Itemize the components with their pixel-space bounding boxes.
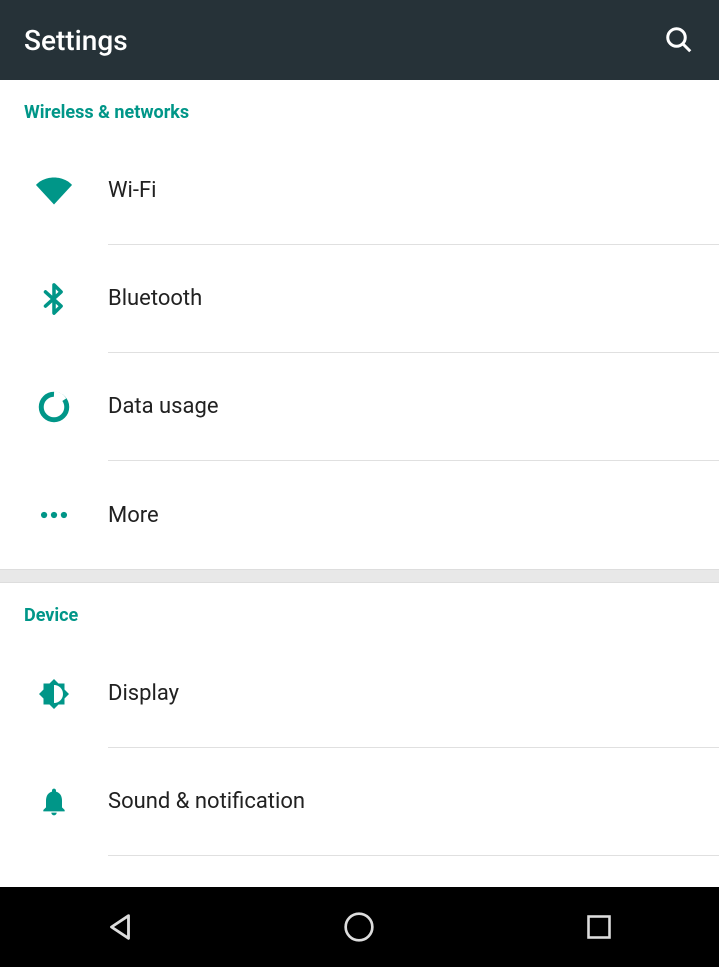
recent-apps-icon xyxy=(585,913,613,941)
section-divider xyxy=(0,569,719,583)
recent-apps-button[interactable] xyxy=(529,887,669,967)
settings-item-label: More xyxy=(108,503,159,528)
settings-item-sound-notification[interactable]: Sound & notification xyxy=(0,748,719,856)
settings-item-label: Data usage xyxy=(108,394,219,419)
navigation-bar xyxy=(0,887,719,967)
section-device: Device Display Sound & notification xyxy=(0,583,719,856)
bluetooth-icon xyxy=(0,282,108,316)
back-button[interactable] xyxy=(50,887,190,967)
settings-item-label: Wi-Fi xyxy=(108,178,156,203)
settings-item-more[interactable]: More xyxy=(0,461,719,569)
settings-item-bluetooth[interactable]: Bluetooth xyxy=(0,245,719,353)
wifi-icon xyxy=(0,173,108,209)
settings-item-data-usage[interactable]: Data usage xyxy=(0,353,719,461)
section-wireless-networks: Wireless & networks Wi-Fi Bluetooth xyxy=(0,80,719,569)
data-usage-icon xyxy=(0,390,108,424)
settings-item-display[interactable]: Display xyxy=(0,640,719,748)
home-icon xyxy=(343,911,375,943)
settings-item-label: Sound & notification xyxy=(108,789,305,814)
display-icon xyxy=(0,676,108,712)
settings-content: Wireless & networks Wi-Fi Bluetooth xyxy=(0,80,719,887)
back-icon xyxy=(103,910,137,944)
home-button[interactable] xyxy=(289,887,429,967)
app-bar: Settings xyxy=(0,0,719,80)
more-icon xyxy=(0,498,108,532)
page-title: Settings xyxy=(24,24,128,57)
section-header: Device xyxy=(0,583,719,640)
settings-item-wifi[interactable]: Wi-Fi xyxy=(0,137,719,245)
search-button[interactable] xyxy=(663,24,695,56)
settings-item-label: Display xyxy=(108,681,179,706)
settings-item-label: Bluetooth xyxy=(108,286,202,311)
notification-icon xyxy=(0,786,108,818)
search-icon xyxy=(664,25,694,55)
section-header: Wireless & networks xyxy=(0,80,719,137)
